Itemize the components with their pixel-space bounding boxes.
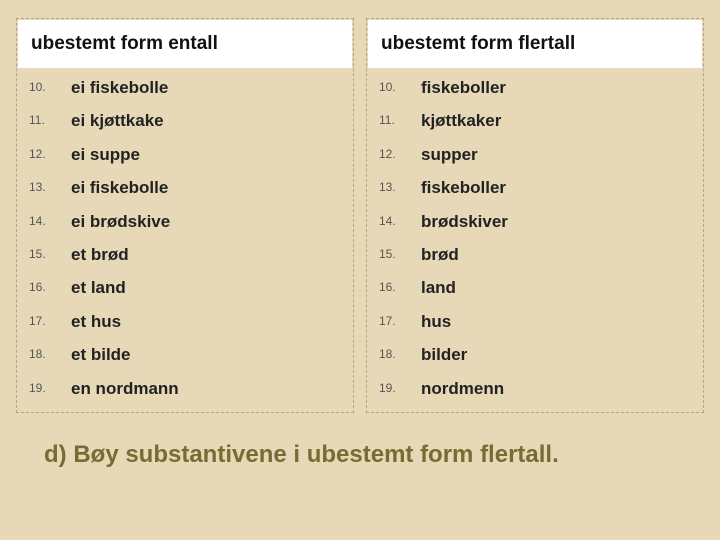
column-right-header: ubestemt form flertall (368, 20, 702, 68)
item-number: 12. (379, 147, 411, 161)
item-number: 13. (379, 180, 411, 194)
column-left: ubestemt form entall 10.ei fiskebolle 11… (16, 18, 354, 413)
item-number: 18. (29, 347, 61, 361)
column-right: ubestemt form flertall 10.fiskeboller 11… (366, 18, 704, 413)
list-item: 17.et hus (71, 312, 351, 332)
item-text: en nordmann (71, 379, 179, 398)
item-number: 11. (29, 113, 61, 127)
item-number: 16. (379, 280, 411, 294)
list-item: 12.ei suppe (71, 145, 351, 165)
item-text: ei fiskebolle (71, 178, 168, 197)
list-item: 12.supper (421, 145, 701, 165)
item-number: 19. (29, 381, 61, 395)
list-item: 16.et land (71, 278, 351, 298)
item-number: 13. (29, 180, 61, 194)
item-text: brød (421, 245, 459, 264)
item-number: 14. (29, 214, 61, 228)
item-number: 12. (29, 147, 61, 161)
item-text: hus (421, 312, 451, 331)
item-text: fiskeboller (421, 178, 506, 197)
item-text: brødskiver (421, 212, 508, 231)
item-text: et bilde (71, 345, 131, 364)
item-text: ei brødskive (71, 212, 170, 231)
item-text: bilder (421, 345, 467, 364)
list-item: 19.en nordmann (71, 379, 351, 399)
list-item: 17.hus (421, 312, 701, 332)
slide: ubestemt form entall 10.ei fiskebolle 11… (0, 0, 720, 540)
list-item: 15.brød (421, 245, 701, 265)
item-number: 17. (29, 314, 61, 328)
list-item: 14.brødskiver (421, 212, 701, 232)
list-item: 14.ei brødskive (71, 212, 351, 232)
list-item: 18.et bilde (71, 345, 351, 365)
item-number: 18. (379, 347, 411, 361)
item-text: ei fiskebolle (71, 78, 168, 97)
item-number: 15. (379, 247, 411, 261)
item-text: fiskeboller (421, 78, 506, 97)
item-text: land (421, 278, 456, 297)
item-text: et brød (71, 245, 129, 264)
list-item: 19.nordmenn (421, 379, 701, 399)
columns: ubestemt form entall 10.ei fiskebolle 11… (16, 18, 704, 413)
list-item: 11.ei kjøttkake (71, 111, 351, 131)
list-item: 10.ei fiskebolle (71, 78, 351, 98)
item-number: 11. (379, 113, 411, 127)
list-item: 16.land (421, 278, 701, 298)
column-right-list: 10.fiskeboller 11.kjøttkaker 12.supper 1… (369, 78, 701, 399)
item-number: 10. (29, 80, 61, 94)
item-text: kjøttkaker (421, 111, 501, 130)
list-item: 18.bilder (421, 345, 701, 365)
item-number: 19. (379, 381, 411, 395)
item-text: et hus (71, 312, 121, 331)
item-number: 10. (379, 80, 411, 94)
item-text: et land (71, 278, 126, 297)
list-item: 11.kjøttkaker (421, 111, 701, 131)
list-item: 13.ei fiskebolle (71, 178, 351, 198)
list-item: 10.fiskeboller (421, 78, 701, 98)
item-text: ei suppe (71, 145, 140, 164)
item-number: 16. (29, 280, 61, 294)
item-text: ei kjøttkake (71, 111, 164, 130)
item-number: 15. (29, 247, 61, 261)
item-number: 14. (379, 214, 411, 228)
list-item: 15.et brød (71, 245, 351, 265)
list-item: 13.fiskeboller (421, 178, 701, 198)
column-left-list: 10.ei fiskebolle 11.ei kjøttkake 12.ei s… (19, 78, 351, 399)
column-left-header: ubestemt form entall (18, 20, 352, 68)
item-text: nordmenn (421, 379, 504, 398)
footer-instruction: d) Bøy substantivene i ubestemt form fle… (16, 441, 704, 469)
item-text: supper (421, 145, 478, 164)
item-number: 17. (379, 314, 411, 328)
